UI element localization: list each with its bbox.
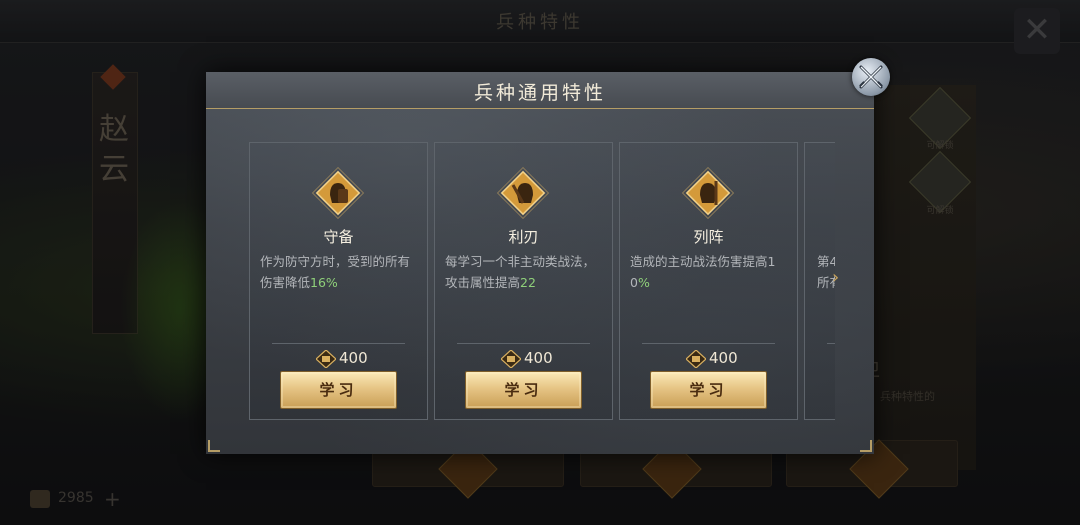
merit-icon	[316, 350, 336, 368]
trait-card[interactable]: 守备 作为防守方时，受到的所有伤害降低16% 400 学习	[249, 142, 428, 420]
learn-button[interactable]: 学习	[280, 371, 397, 409]
helmet-shield-icon	[311, 166, 365, 220]
corner-ornament	[208, 440, 220, 452]
trait-name: 守备	[323, 228, 354, 246]
divider	[272, 343, 405, 344]
divider	[642, 343, 775, 344]
trait-card[interactable]: 列阵 造成的主动战法伤害提高10% 400 学习	[619, 142, 798, 420]
trait-card[interactable]: 利刃 每学习一个非主动类战法，攻击属性提高22 400 学习	[434, 142, 613, 420]
divider	[827, 343, 835, 344]
learn-button[interactable]: 学习	[465, 371, 582, 409]
helmet-spear-icon	[681, 166, 735, 220]
trait-description: 每学习一个非主动类战法，攻击属性提高22	[445, 254, 596, 290]
trait-cost: 400	[339, 349, 368, 367]
divider	[457, 343, 590, 344]
trait-card-partial[interactable]: 第4 所有	[804, 142, 835, 420]
modal-title: 兵种通用特性	[473, 82, 606, 104]
close-button[interactable]	[852, 58, 890, 96]
trait-description: 造成的主动战法伤害提高10%	[630, 254, 776, 290]
trait-value: 22	[520, 275, 536, 290]
helmet-sword-icon	[496, 166, 550, 220]
trait-cost: 400	[524, 349, 553, 367]
chevron-right-icon[interactable]: ›	[832, 266, 844, 290]
corner-ornament	[860, 440, 872, 452]
crossed-swords-icon	[859, 65, 883, 89]
learn-button[interactable]: 学习	[650, 371, 767, 409]
trait-value: 16%	[310, 275, 338, 290]
merit-icon	[686, 350, 706, 368]
trait-cost: 400	[709, 349, 738, 367]
trait-description: 作为防守方时，受到的所有伤害降低16%	[260, 254, 411, 290]
trait-value: %	[637, 275, 650, 290]
modal-header: 兵种通用特性	[206, 72, 874, 109]
trait-name: 利刃	[508, 228, 539, 246]
merit-icon	[501, 350, 521, 368]
trait-name: 列阵	[693, 228, 724, 246]
